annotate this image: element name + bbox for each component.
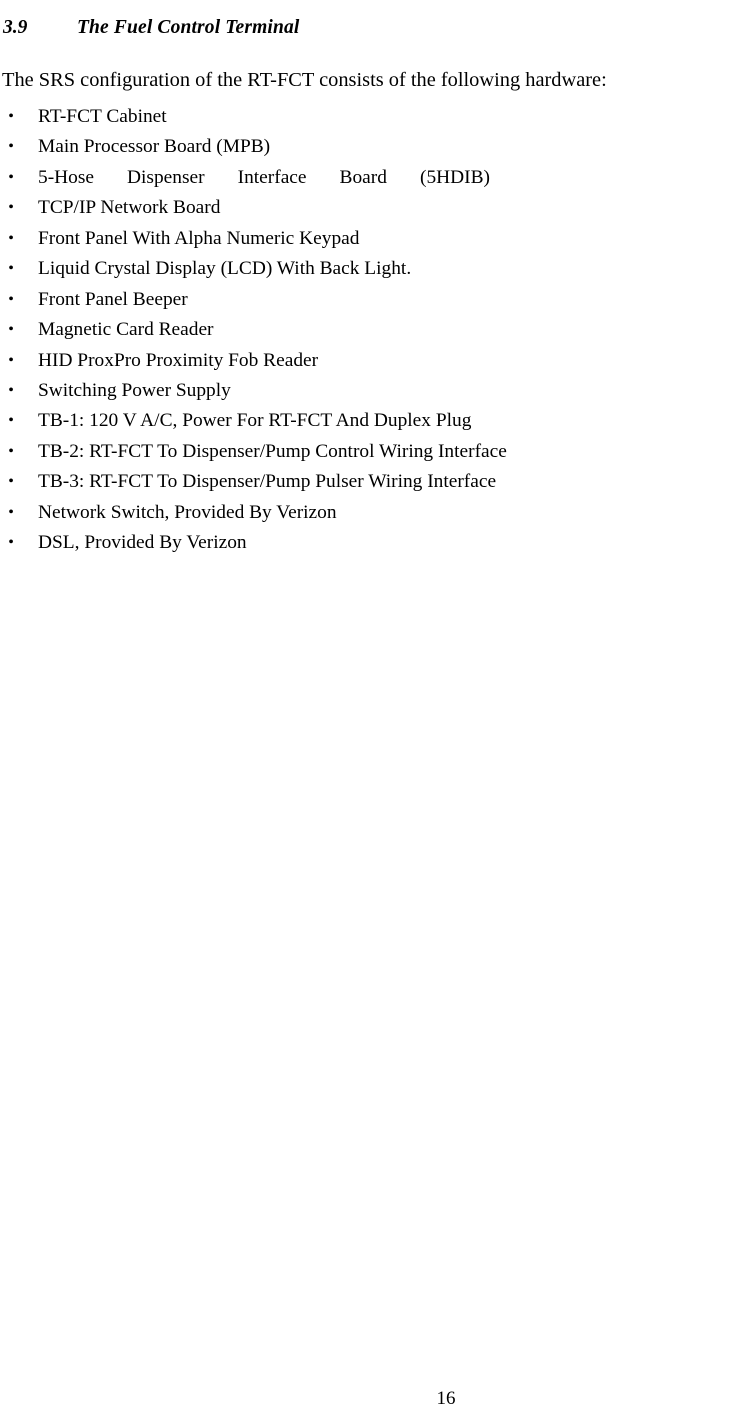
section-heading: 3.9 The Fuel Control Terminal [3, 16, 703, 40]
list-item-label: TB-3: RT-FCT To Dispenser/Pump Pulser Wi… [38, 471, 497, 493]
bullet-point-icon: • [8, 168, 14, 186]
bullet-point-icon: • [8, 290, 14, 308]
list-item-label: HID ProxPro Proximity Fob Reader [38, 349, 319, 371]
bullet-point-icon: • [8, 321, 14, 339]
list-item: • Front Panel With Alpha Numeric Keypad [0, 224, 744, 254]
list-item-label: RT-FCT Cabinet [38, 106, 167, 127]
list-item: • DSL, Provided By Verizon [0, 528, 744, 558]
page-number-value: 16 [436, 1388, 456, 1409]
bullet-point-icon: • [8, 138, 14, 156]
list-item-label: Main Processor Board (MPB) [38, 136, 271, 158]
list-item: • 5-Hose Dispenser Interface Board (5HDIB… [0, 163, 744, 193]
list-item: • Magnetic Card Reader [0, 315, 744, 345]
list-item-label: TB-1: 120 V A/C, Power For RT-FCT And Du… [38, 410, 472, 432]
bullet-point-icon: • [8, 442, 14, 460]
list-item-label: 5-Hose Dispenser Interface Board (5HDIB) [38, 166, 490, 188]
list-item-label: TB-2: RT-FCT To Dispenser/Pump Control W… [38, 440, 507, 462]
list-item: • TCP/IP Network Board [0, 193, 744, 223]
list-item: • Front Panel Beeper [0, 285, 744, 315]
list-item-label: Front Panel Beeper [38, 288, 188, 310]
list-item: • Main Processor Board (MPB) [0, 132, 744, 162]
bullet-point-icon: • [8, 473, 14, 491]
list-item-label: Liquid Crystal Display (LCD) With Back L… [38, 258, 412, 280]
list-item: • TB-1: 120 V A/C, Power For RT-FCT And D… [0, 406, 744, 436]
list-item: • Liquid Crystal Display (LCD) With Back … [0, 254, 744, 284]
list-item-label: Network Switch, Provided By Verizon [38, 501, 337, 523]
document-page: 3.9 The Fuel Control Terminal The SRS con… [0, 0, 744, 1414]
list-item: • HID ProxPro Proximity Fob Reader [0, 346, 744, 376]
bullet-point-icon: • [8, 108, 14, 125]
list-item: • TB-3: RT-FCT To Dispenser/Pump Pulser W… [0, 467, 744, 497]
list-item: • Network Switch, Provided By Verizon [0, 498, 744, 528]
bullet-point-icon: • [8, 229, 14, 247]
section-title: The Fuel Control Terminal [77, 17, 300, 39]
bullet-point-icon: • [8, 260, 14, 278]
bullet-point-icon: • [8, 199, 14, 217]
page-number: 16 [0, 1388, 744, 1410]
bullet-point-icon: • [8, 351, 14, 369]
list-item: • TB-2: RT-FCT To Dispenser/Pump Control … [0, 437, 744, 467]
list-item-label: Magnetic Card Reader [38, 319, 214, 341]
list-item: • Switching Power Supply [0, 376, 744, 406]
list-item-label: Front Panel With Alpha Numeric Keypad [38, 227, 360, 249]
hardware-list: • RT-FCT Cabinet • Main Processor Board (MP… [0, 102, 744, 559]
bullet-point-icon: • [8, 412, 14, 430]
list-item-label: Switching Power Supply [38, 379, 231, 401]
section-number: 3.9 [3, 17, 28, 39]
bullet-point-icon: • [8, 503, 14, 521]
bullet-point-icon: • [8, 381, 14, 399]
list-item-label: TCP/IP Network Board [38, 197, 221, 219]
intro-paragraph: The SRS configuration of the RT-FCT cons… [2, 69, 607, 92]
list-item-label: DSL, Provided By Verizon [38, 532, 247, 554]
list-item: • RT-FCT Cabinet [0, 102, 744, 132]
bullet-point-icon: • [8, 534, 14, 552]
